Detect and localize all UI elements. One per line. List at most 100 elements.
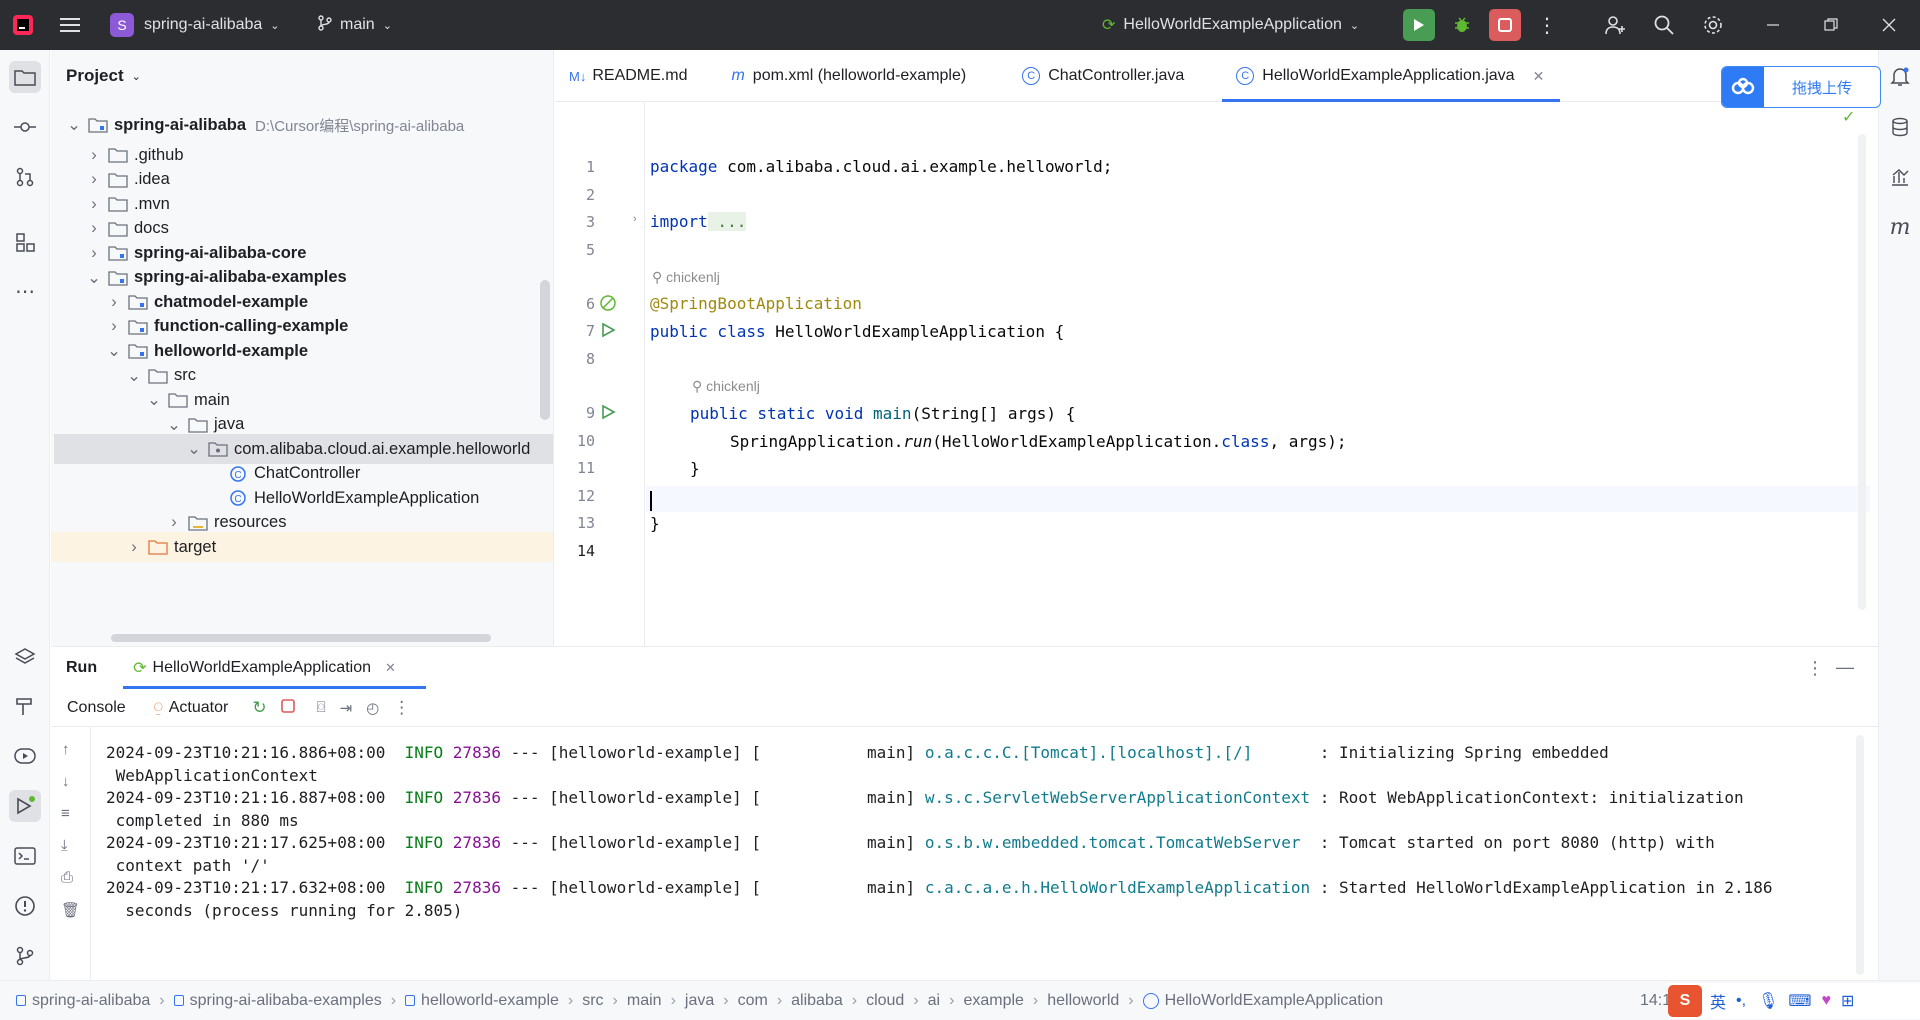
problems-icon[interactable]	[9, 890, 41, 922]
code-line-1[interactable]: package com.alibaba.cloud.ai.example.hel…	[650, 157, 1112, 176]
breadcrumb-item[interactable]: spring-ai-alibaba	[32, 992, 150, 1010]
exit-icon[interactable]: ⇥	[340, 699, 353, 717]
vertical-scrollbar[interactable]	[540, 280, 550, 420]
code-with-me-icon[interactable]	[1599, 9, 1631, 41]
more-options-icon[interactable]: ⋮	[393, 698, 410, 718]
breadcrumb-item[interactable]: main	[627, 992, 662, 1010]
maven-icon[interactable]: m	[1884, 211, 1916, 243]
run-tab-app[interactable]: ⟳ HelloWorldExampleApplication ✕	[123, 647, 426, 689]
run-tool-icon[interactable]	[9, 790, 41, 822]
code-line-9[interactable]: public static void main(String[] args) {	[690, 404, 1075, 423]
code-line-7[interactable]: public class HelloWorldExampleApplicatio…	[650, 322, 1064, 341]
project-switcher[interactable]: S spring-ai-alibaba ⌄	[110, 0, 280, 50]
console-tab[interactable]: Console	[67, 699, 126, 717]
run-gutter-icon[interactable]	[599, 403, 617, 425]
minimize-icon[interactable]	[1757, 9, 1789, 41]
spring-bean-gutter-icon[interactable]	[599, 294, 617, 316]
debug-icon[interactable]	[1446, 9, 1478, 41]
ime-toolbar[interactable]: S 英 •, 🎙 ⌨ ♥ ⊞	[1668, 983, 1920, 1019]
chevron-right-icon[interactable]: ›	[86, 244, 102, 263]
breadcrumb-item[interactable]: ai	[928, 992, 940, 1010]
chevron-down-icon[interactable]: ⌄	[186, 439, 202, 459]
author-hint[interactable]: ⚲ chickenlj	[692, 378, 760, 395]
chevron-right-icon[interactable]: ›	[166, 513, 182, 532]
hide-panel-icon[interactable]: —	[1836, 657, 1854, 678]
tab-readme[interactable]: M↓ README.md	[555, 50, 703, 102]
tab-helloworld[interactable]: C HelloWorldExampleApplication.java ✕	[1222, 50, 1561, 102]
layers-icon[interactable]	[9, 641, 41, 673]
print-icon[interactable]: ⎙	[61, 869, 73, 886]
breadcrumb-item[interactable]: example	[963, 992, 1023, 1010]
breadcrumb-item[interactable]: src	[582, 992, 603, 1010]
down-arrow-icon[interactable]: ↓	[62, 773, 70, 790]
fold-chevron-icon[interactable]: ›	[633, 213, 637, 225]
restore-icon[interactable]	[1815, 9, 1847, 41]
code-line-10[interactable]: SpringApplication.run(HelloWorldExampleA…	[730, 432, 1347, 451]
notifications-bell-icon[interactable]	[1884, 61, 1916, 93]
breadcrumb-item[interactable]: helloworld-example	[421, 992, 559, 1010]
settings-gear-icon[interactable]	[1697, 9, 1729, 41]
scroll-to-end-icon[interactable]: ⤓	[61, 837, 68, 854]
speedometer-icon[interactable]: ◴	[366, 699, 379, 717]
actuator-tab[interactable]: Actuator	[169, 699, 229, 717]
code-line-13[interactable]: }	[650, 514, 660, 533]
more-options-icon[interactable]: ⋮	[1806, 658, 1824, 679]
trash-icon[interactable]: 🗑	[61, 901, 80, 919]
breadcrumb-item[interactable]: helloworld	[1047, 992, 1119, 1010]
terminal-icon[interactable]	[9, 840, 41, 872]
soft-wrap-icon[interactable]: ≡	[61, 805, 70, 822]
breadcrumb-item[interactable]: alibaba	[791, 992, 843, 1010]
tree-root[interactable]: ⌄ spring-ai-alibaba D:\Cursor编程\spring-a…	[66, 110, 553, 140]
commit-icon[interactable]	[9, 111, 41, 143]
run-gutter-icon[interactable]	[599, 321, 617, 343]
project-panel-title[interactable]: Project ⌄	[66, 50, 141, 102]
more-actions-icon[interactable]: ⋮	[1531, 9, 1563, 41]
tab-chatcontroller[interactable]: C ChatController.java	[982, 50, 1200, 102]
chevron-down-icon[interactable]: ⌄	[86, 268, 102, 288]
code-line-3[interactable]: import ...	[650, 212, 747, 231]
intellij-logo-icon[interactable]	[12, 0, 34, 50]
rerun-icon[interactable]: ↻	[252, 698, 266, 718]
stop-icon[interactable]	[280, 698, 295, 717]
chevron-down-icon[interactable]: ⌄	[126, 366, 142, 386]
no-problems-check-icon[interactable]: ✓	[1842, 107, 1855, 127]
code-line-6[interactable]: @SpringBootApplication	[650, 294, 862, 313]
horizontal-scrollbar[interactable]	[111, 634, 491, 642]
chevron-right-icon[interactable]: ›	[106, 317, 122, 336]
chevron-right-icon[interactable]: ›	[106, 293, 122, 312]
close-tab-icon[interactable]: ✕	[385, 660, 396, 676]
author-hint[interactable]: ⚲ chickenlj	[652, 269, 720, 286]
breadcrumb-item[interactable]: HelloWorldExampleApplication	[1165, 992, 1383, 1010]
breadcrumb-item[interactable]: cloud	[866, 992, 904, 1010]
chevron-right-icon[interactable]: ›	[86, 170, 102, 189]
git-icon[interactable]	[9, 940, 41, 972]
chevron-down-icon[interactable]: ⌄	[166, 415, 182, 435]
more-tools-icon[interactable]: ⋯	[9, 275, 41, 307]
chevron-right-icon[interactable]: ›	[86, 219, 102, 238]
camera-icon[interactable]: ⌼	[317, 699, 326, 716]
chevron-down-icon[interactable]: ⌄	[146, 390, 162, 410]
code-line-11[interactable]: }	[690, 459, 700, 478]
up-arrow-icon[interactable]: ↑	[62, 741, 70, 758]
run-config-selector[interactable]: ⟳ HelloWorldExampleApplication ⌄	[1102, 0, 1359, 50]
chevron-down-icon[interactable]: ⌄	[106, 341, 122, 361]
database-icon[interactable]	[1884, 111, 1916, 143]
console-scrollbar[interactable]	[1856, 735, 1864, 975]
branch-switcher[interactable]: main ⌄	[318, 0, 392, 50]
profiler-icon[interactable]	[1884, 161, 1916, 193]
rerun-button[interactable]	[1403, 9, 1435, 41]
breadcrumb-item[interactable]: java	[685, 992, 714, 1010]
tree-item[interactable]: › target	[51, 532, 553, 562]
cursor-position[interactable]: 14:1	[1640, 992, 1671, 1010]
pull-requests-icon[interactable]	[9, 161, 41, 193]
close-tab-icon[interactable]: ✕	[1533, 68, 1545, 85]
close-window-icon[interactable]	[1873, 9, 1905, 41]
stop-button[interactable]	[1489, 9, 1521, 41]
services-icon[interactable]	[9, 740, 41, 772]
search-icon[interactable]	[1648, 9, 1680, 41]
editor-scrollbar[interactable]	[1858, 134, 1866, 610]
chevron-right-icon[interactable]: ›	[86, 146, 102, 165]
build-hammer-icon[interactable]	[9, 690, 41, 722]
breadcrumb-item[interactable]: spring-ai-alibaba-examples	[190, 992, 382, 1010]
structure-icon[interactable]	[9, 226, 41, 258]
